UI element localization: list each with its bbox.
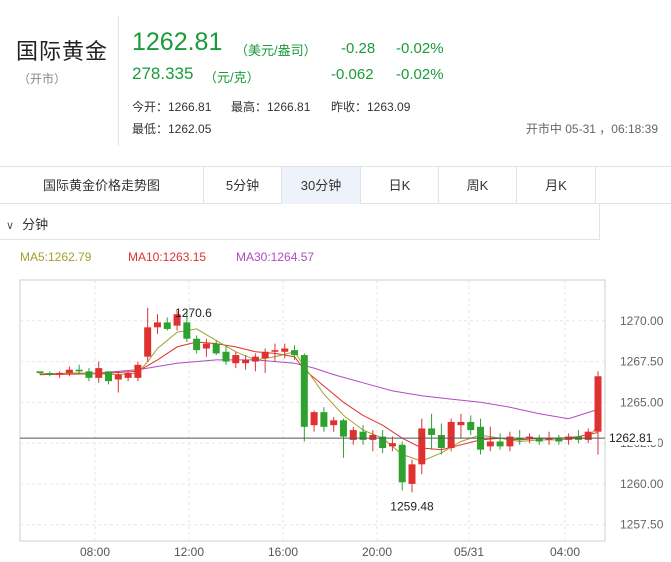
candle-body [271, 350, 279, 352]
candle-body [339, 420, 347, 437]
stat-open: 今开：1266.81 [132, 100, 212, 114]
y-tick-label: 1265.00 [620, 395, 664, 409]
candle-body [261, 351, 269, 359]
candle-body [242, 359, 250, 364]
y-tick-label: 1267.50 [620, 355, 664, 369]
x-tick-label: 08:00 [80, 545, 110, 559]
candle-body [105, 371, 113, 382]
instrument-title: 国际黄金 [16, 39, 109, 64]
candle-body [153, 322, 161, 328]
ma5-line [39, 328, 599, 462]
candle-body [251, 356, 259, 362]
candle-body [134, 364, 142, 378]
stat-low: 最低：1262.05 [132, 122, 212, 136]
candle-body [310, 412, 318, 426]
candle-body [555, 438, 563, 442]
candle-body [212, 343, 220, 354]
instrument-header: 国际黄金 （开市） [16, 34, 108, 87]
x-tick-label: 20:00 [362, 545, 392, 559]
candle-body [85, 371, 93, 378]
x-tick-label: 05/31 [454, 545, 484, 559]
unit-cny: （元/克） [204, 70, 260, 85]
stat-prev-close: 昨收：1263.09 [331, 100, 411, 114]
tab-weekly-k[interactable]: 周K [439, 167, 517, 204]
y-tick-label: 1260.00 [620, 477, 664, 491]
change-usd: -0.28 [341, 40, 376, 57]
candle-body [114, 374, 122, 380]
high-annotation: 1270.6 [175, 306, 212, 320]
candle-body [388, 443, 396, 447]
candle-body [56, 372, 64, 375]
x-tick-label: 04:00 [550, 545, 580, 559]
chevron-down-icon: ∨ [6, 220, 15, 232]
candle-body [144, 327, 152, 357]
change-cny: -0.062 [331, 66, 374, 83]
candle-body [408, 464, 416, 484]
candlestick-chart[interactable]: 1270.001267.501265.001262.501260.001257.… [0, 270, 671, 562]
market-state: （开市） [18, 72, 67, 86]
header-divider [118, 16, 119, 146]
change-pct-cny: -0.02% [396, 66, 444, 83]
candle-body [535, 438, 543, 442]
unit-usd: （美元/盎司） [235, 43, 317, 58]
ma10-label: MA10:1263.15 [128, 250, 207, 264]
candle-body [36, 371, 44, 373]
period-label: 分钟 [22, 217, 49, 232]
candle-body [65, 369, 73, 373]
ma30-line [39, 359, 599, 420]
chart-tabs: 国际黄金价格走势图 5分钟 30分钟 日K 周K 月K [0, 166, 671, 204]
candle-body [193, 338, 201, 351]
candle-body [46, 372, 54, 375]
candle-body [124, 372, 132, 378]
candle-body [369, 434, 377, 440]
candle-body [330, 420, 338, 426]
candle-body [202, 343, 210, 349]
candle-body [496, 441, 504, 447]
price-cny: 278.335 [132, 64, 194, 83]
market-status-time: 开市中 05-31 ，06:18:39 [525, 122, 658, 136]
tab-30min[interactable]: 30分钟 [282, 167, 361, 204]
current-price-label: 1262.81 [609, 431, 653, 445]
price-usd: 1262.81 [132, 28, 223, 56]
change-pct-usd: -0.02% [396, 40, 444, 57]
candle-body [232, 355, 240, 364]
low-annotation: 1259.48 [390, 499, 434, 513]
tab-daily-k[interactable]: 日K [361, 167, 439, 204]
ma5-label: MA5:1262.79 [20, 250, 92, 264]
candle-body [359, 431, 367, 440]
candle-body [398, 444, 406, 483]
plot-frame [19, 279, 606, 542]
candle-body [457, 421, 465, 426]
y-tick-label: 1270.00 [620, 314, 664, 328]
candle-body [584, 431, 592, 440]
candle-body [75, 369, 83, 372]
ma10-line [39, 341, 599, 451]
candle-body [437, 434, 445, 449]
candle-body [486, 441, 494, 447]
candle-body [594, 376, 602, 432]
period-selector-row: ∨ 分钟 [0, 204, 600, 240]
candle-body [300, 355, 308, 427]
period-dropdown[interactable]: ∨ 分钟 [6, 214, 48, 233]
y-tick-label: 1257.50 [620, 518, 664, 532]
candle-body [163, 322, 171, 329]
candle-body [222, 351, 230, 362]
candle-body [320, 412, 328, 427]
candle-body [291, 350, 299, 356]
candle-body [418, 428, 426, 465]
x-tick-label: 12:00 [174, 545, 204, 559]
candle-body [183, 322, 191, 339]
candle-body [281, 348, 289, 352]
tab-5min[interactable]: 5分钟 [204, 167, 282, 204]
ma30-label: MA30:1264.57 [236, 250, 315, 264]
tab-monthly-k[interactable]: 月K [517, 167, 596, 204]
candle-body [467, 421, 475, 431]
candle-body [95, 368, 103, 378]
x-tick-label: 16:00 [268, 545, 298, 559]
candle-body [447, 421, 455, 449]
candle-body [428, 428, 436, 435]
tab-price-trend[interactable]: 国际黄金价格走势图 [0, 167, 204, 204]
stat-high: 最高：1266.81 [231, 100, 311, 114]
